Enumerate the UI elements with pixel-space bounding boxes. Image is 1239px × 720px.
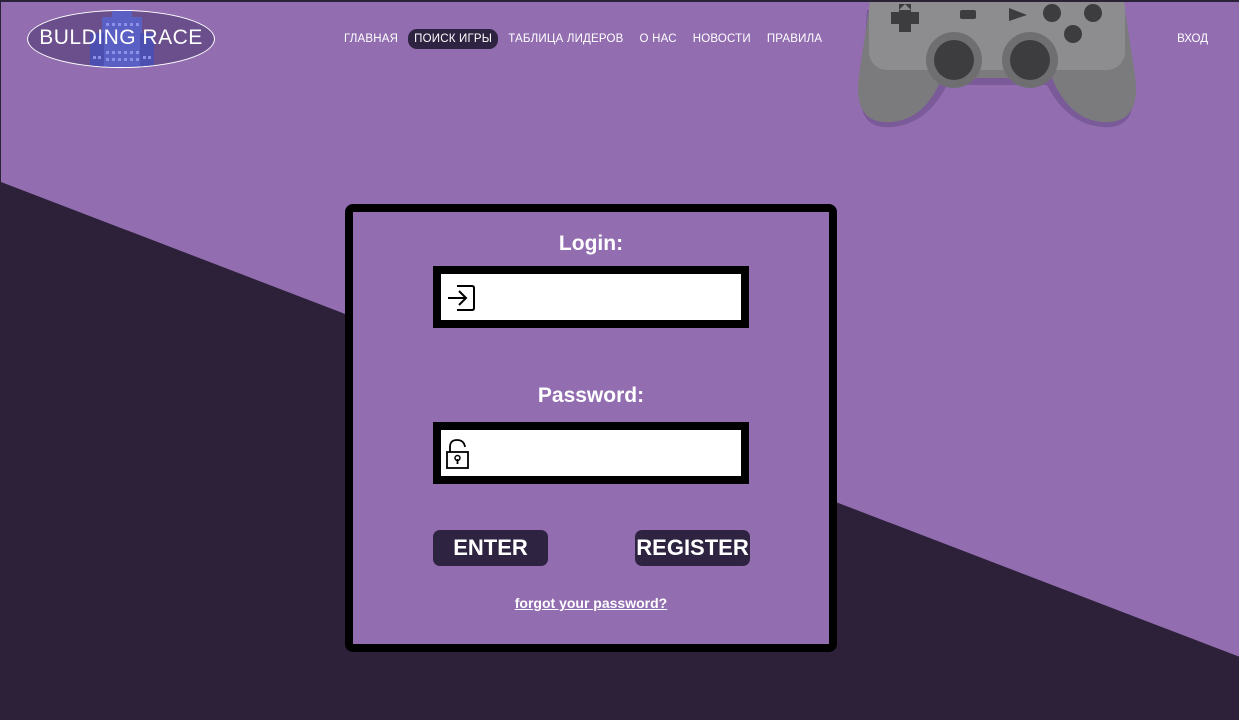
register-button[interactable]: REGISTER	[635, 530, 750, 566]
unlocked-padlock-icon	[446, 439, 469, 469]
sign-in-arrow-icon	[448, 285, 475, 311]
nav-item-leaderboard[interactable]: ТАБЛИЦА ЛИДЕРОВ	[502, 29, 629, 49]
logo[interactable]: BULDING RACE	[27, 10, 215, 68]
enter-button[interactable]: ENTER	[433, 530, 548, 566]
nav-item-home[interactable]: ГЛАВНАЯ	[338, 29, 404, 49]
login-input[interactable]	[485, 274, 739, 322]
nav-item-about[interactable]: О НАС	[634, 29, 683, 49]
password-input[interactable]	[485, 430, 739, 478]
main-nav: ГЛАВНАЯ ПОИСК ИГРЫ ТАБЛИЦА ЛИДЕРОВ О НАС…	[338, 29, 828, 49]
gamepad-icon	[858, 2, 1136, 128]
login-card: Login: Password: ENTER REGISTER forgot y…	[345, 204, 837, 652]
nav-item-rules[interactable]: ПРАВИЛА	[761, 29, 828, 49]
nav-item-news[interactable]: НОВОСТИ	[687, 29, 757, 49]
login-field[interactable]	[433, 266, 749, 328]
forgot-password-link[interactable]: forgot your password?	[353, 595, 829, 611]
nav-item-game-search[interactable]: ПОИСК ИГРЫ	[408, 29, 499, 49]
logo-text: BULDING RACE	[39, 26, 203, 49]
login-link[interactable]: ВХОД	[1177, 33, 1208, 45]
page: BULDING RACE ГЛАВНАЯ ПОИСК ИГРЫ ТАБЛИЦА …	[0, 0, 1239, 720]
login-label: Login:	[558, 232, 624, 255]
password-field[interactable]	[433, 422, 749, 484]
password-label: Password:	[537, 384, 645, 407]
